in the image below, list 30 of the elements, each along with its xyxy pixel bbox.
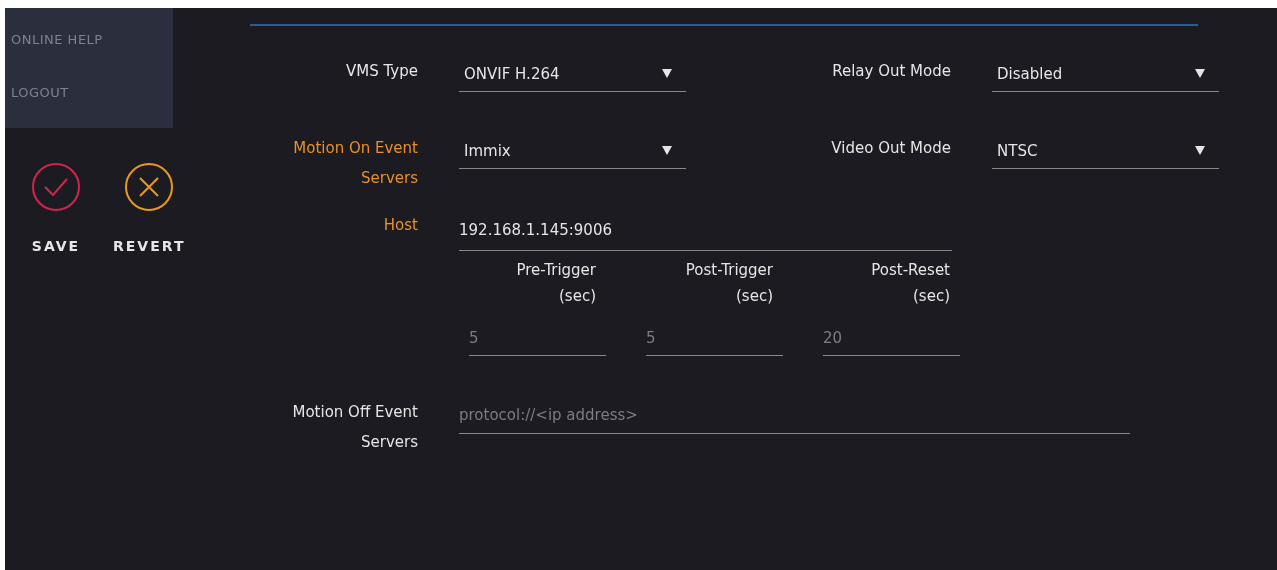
host-field[interactable]: 192.168.1.145:9006: [459, 210, 952, 251]
field-label: Host: [382, 215, 418, 236]
input-field[interactable]: 5: [469, 321, 606, 356]
field-label: Motion On Event Servers: [292, 138, 418, 189]
field-label: Post-Reset: [871, 260, 951, 281]
field-label: Relay Out Mode: [831, 61, 951, 82]
input-field[interactable]: 5: [646, 321, 783, 356]
caret-down-icon: [662, 146, 672, 155]
dropdown[interactable]: NTSC: [992, 133, 1219, 169]
save-button[interactable]: SAVE: [31, 238, 81, 254]
unit-label: (sec): [559, 286, 597, 307]
input-field[interactable]: 20: [823, 321, 960, 356]
revert-button[interactable]: REVERT: [113, 238, 186, 254]
dropdown[interactable]: Immix: [459, 133, 686, 169]
caret-down-icon: [1195, 146, 1205, 155]
field-label: Video Out Mode: [830, 138, 951, 159]
field-label: Motion Off Event Servers: [291, 402, 418, 453]
unit-label: (sec): [736, 286, 774, 307]
field-label: Post-Trigger: [685, 260, 774, 281]
caret-down-icon: [662, 69, 672, 78]
x-circle-icon[interactable]: [124, 162, 175, 212]
field-label: VMS Type: [345, 61, 418, 82]
checkmark-circle-icon[interactable]: [31, 162, 81, 212]
input-field[interactable]: protocol://<ip address>: [459, 397, 1130, 434]
menu-item[interactable]: LOGOUT: [5, 85, 173, 100]
dropdown[interactable]: ONVIF H.264: [459, 56, 686, 92]
field-label: Pre-Trigger: [516, 260, 597, 281]
unit-label: (sec): [913, 286, 951, 307]
dropdown[interactable]: Disabled: [992, 56, 1219, 92]
caret-down-icon: [1195, 69, 1205, 78]
